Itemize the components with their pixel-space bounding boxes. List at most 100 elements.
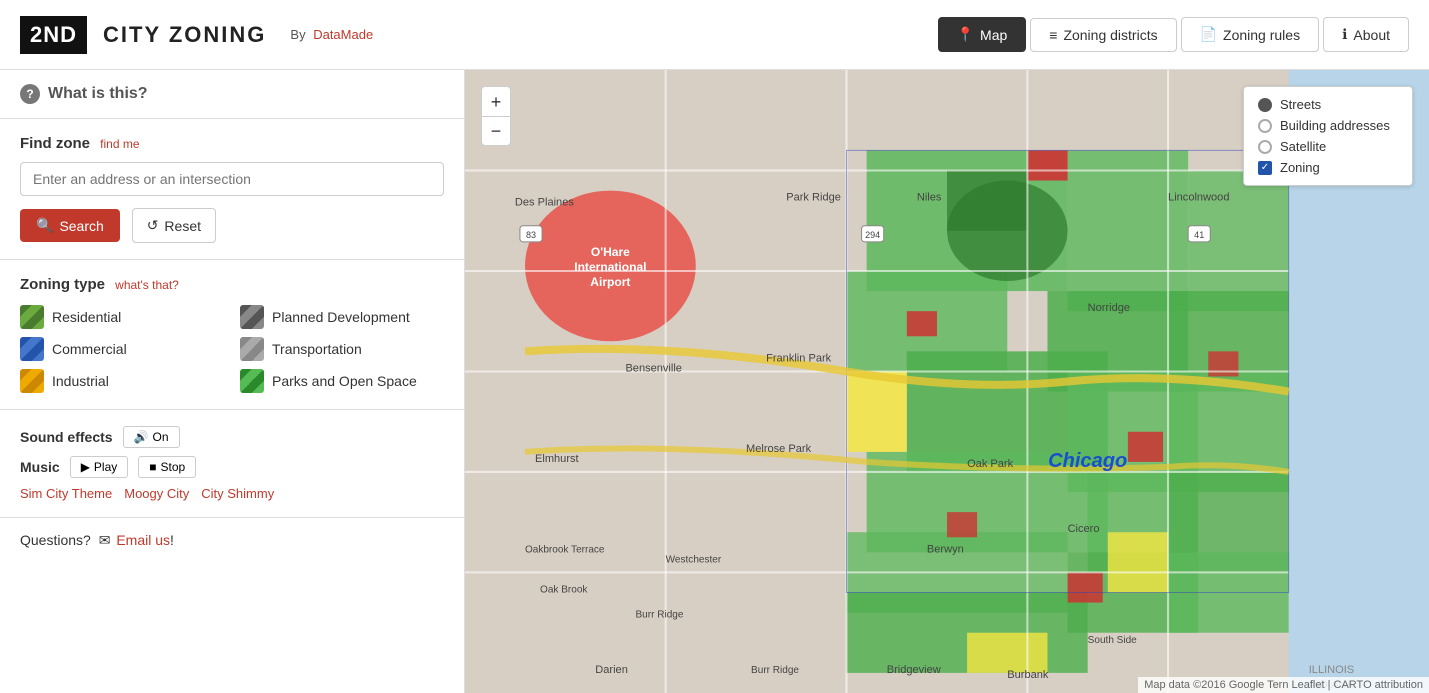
sim-city-theme-link[interactable]: Sim City Theme [20, 486, 112, 501]
map-area[interactable]: + − [465, 70, 1429, 693]
main-nav: 📍 Map ≡ Zoning districts 📄 Zoning rules … [938, 17, 1409, 52]
zoom-out-button[interactable]: − [481, 116, 511, 146]
questions-label: Questions? [20, 532, 91, 548]
nav-zoning-rules-button[interactable]: 📄 Zoning rules [1181, 17, 1319, 52]
satellite-label: Satellite [1280, 139, 1326, 154]
building-addresses-label: Building addresses [1280, 118, 1390, 133]
svg-text:Lincolnwood: Lincolnwood [1168, 192, 1229, 204]
svg-text:41: 41 [1194, 230, 1204, 240]
list-icon: ≡ [1049, 27, 1057, 43]
nav-map-button[interactable]: 📍 Map [938, 17, 1027, 52]
svg-text:Park Ridge: Park Ridge [786, 192, 841, 204]
logo-box: 2ND [20, 16, 87, 54]
svg-text:Burbank: Burbank [1007, 669, 1049, 681]
svg-text:Oak Brook: Oak Brook [540, 585, 588, 596]
main-content: ? What is this? Find zone find me 🔍 Sear… [0, 70, 1429, 693]
search-button[interactable]: 🔍 Search [20, 209, 120, 242]
svg-text:Airport: Airport [590, 275, 630, 289]
question-icon: ? [20, 84, 40, 104]
stop-icon: ■ [149, 460, 156, 474]
satellite-radio[interactable] [1258, 140, 1272, 154]
svg-text:Bensenville: Bensenville [625, 362, 681, 374]
nav-zoning-districts-button[interactable]: ≡ Zoning districts [1030, 18, 1176, 52]
reset-icon: ↺ [147, 217, 159, 234]
by-datamade: By DataMade [290, 27, 373, 42]
what-is-this-section: ? What is this? [0, 70, 464, 119]
svg-text:Norridge: Norridge [1088, 302, 1130, 314]
list-item: Parks and Open Space [240, 369, 444, 393]
svg-text:Berwyn: Berwyn [927, 543, 964, 555]
music-row: Music ▶ Play ■ Stop [20, 456, 444, 478]
map-zoom-controls: + − [481, 86, 511, 146]
planned-icon [240, 305, 264, 329]
nav-about-button[interactable]: ℹ About [1323, 17, 1409, 52]
logo-title: CITY ZONING [103, 22, 266, 48]
moogy-city-link[interactable]: Moogy City [124, 486, 189, 501]
sound-on-button[interactable]: 🔊 On [123, 426, 180, 448]
header-left: 2ND CITY ZONING By DataMade [20, 16, 373, 54]
svg-text:Des Plaines: Des Plaines [515, 197, 574, 209]
parks-icon [240, 369, 264, 393]
sound-effects-row: Sound effects 🔊 On [20, 426, 444, 448]
zoning-type-section: Zoning type what's that? Residential Com… [0, 260, 464, 410]
sound-effects-label: Sound effects [20, 429, 113, 445]
svg-text:South Side: South Side [1088, 635, 1137, 646]
svg-text:Darien: Darien [595, 664, 628, 676]
email-link[interactable]: Email us [116, 532, 170, 548]
svg-text:Franklin Park: Franklin Park [766, 352, 832, 364]
svg-text:ILLINOIS: ILLINOIS [1309, 664, 1354, 676]
svg-text:Elmhurst: Elmhurst [535, 453, 579, 465]
commercial-icon [20, 337, 44, 361]
svg-text:Bridgeview: Bridgeview [887, 664, 941, 676]
sound-section: Sound effects 🔊 On Music ▶ Play ■ Stop S… [0, 410, 464, 518]
play-icon: ▶ [81, 460, 90, 474]
transport-icon [240, 337, 264, 361]
map-layer-legend: Streets Building addresses Satellite ✓ Z… [1243, 86, 1413, 186]
legend-streets: Streets [1258, 97, 1398, 112]
svg-text:Oak Park: Oak Park [967, 458, 1014, 470]
legend-zoning: ✓ Zoning [1258, 160, 1398, 175]
svg-text:Oakbrook Terrace: Oakbrook Terrace [525, 544, 605, 555]
what-is-this-label: What is this? [48, 85, 148, 103]
legend-satellite: Satellite [1258, 139, 1398, 154]
svg-text:Westchester: Westchester [666, 554, 722, 565]
list-item: Planned Development [240, 305, 444, 329]
svg-text:Cicero: Cicero [1068, 523, 1100, 535]
search-icon: 🔍 [36, 217, 53, 234]
address-input[interactable] [20, 162, 444, 196]
reset-button[interactable]: ↺ Reset [132, 208, 216, 243]
zoning-col-2: Planned Development Transportation Parks… [240, 305, 444, 393]
sidebar: ? What is this? Find zone find me 🔍 Sear… [0, 70, 465, 693]
svg-text:294: 294 [865, 230, 880, 240]
find-me-link[interactable]: find me [100, 137, 139, 151]
svg-text:83: 83 [526, 230, 536, 240]
file-icon: 📄 [1200, 26, 1217, 43]
svg-text:Melrose Park: Melrose Park [746, 443, 812, 455]
map-attribution: Map data ©2016 Google Tern Leaflet | CAR… [1138, 677, 1429, 693]
zoning-checkbox[interactable]: ✓ [1258, 161, 1272, 175]
questions-section: Questions? ✉ Email us! [0, 518, 464, 563]
envelope-icon: ✉ [99, 532, 111, 548]
speaker-icon: 🔊 [134, 430, 149, 444]
zoom-in-button[interactable]: + [481, 86, 511, 116]
music-label: Music [20, 459, 60, 475]
search-reset-buttons: 🔍 Search ↺ Reset [20, 208, 444, 243]
city-shimmy-link[interactable]: City Shimmy [201, 486, 274, 501]
info-icon: ℹ [1342, 26, 1347, 43]
list-item: Transportation [240, 337, 444, 361]
svg-text:Burr Ridge: Burr Ridge [751, 665, 799, 676]
zoning-grid: Residential Commercial Industrial [20, 305, 444, 393]
app-header: 2ND CITY ZONING By DataMade 📍 Map ≡ Zoni… [0, 0, 1429, 70]
datamade-link[interactable]: DataMade [313, 27, 373, 42]
list-item: Industrial [20, 369, 224, 393]
list-item: Commercial [20, 337, 224, 361]
play-button[interactable]: ▶ Play [70, 456, 129, 478]
list-item: Residential [20, 305, 224, 329]
stop-button[interactable]: ■ Stop [138, 456, 196, 478]
building-addresses-radio[interactable] [1258, 119, 1272, 133]
zoning-col-1: Residential Commercial Industrial [20, 305, 224, 393]
find-zone-label: Find zone find me [20, 135, 444, 152]
zoning-type-label: Zoning type what's that? [20, 276, 444, 293]
streets-radio[interactable] [1258, 98, 1272, 112]
whats-that-link[interactable]: what's that? [115, 278, 179, 292]
